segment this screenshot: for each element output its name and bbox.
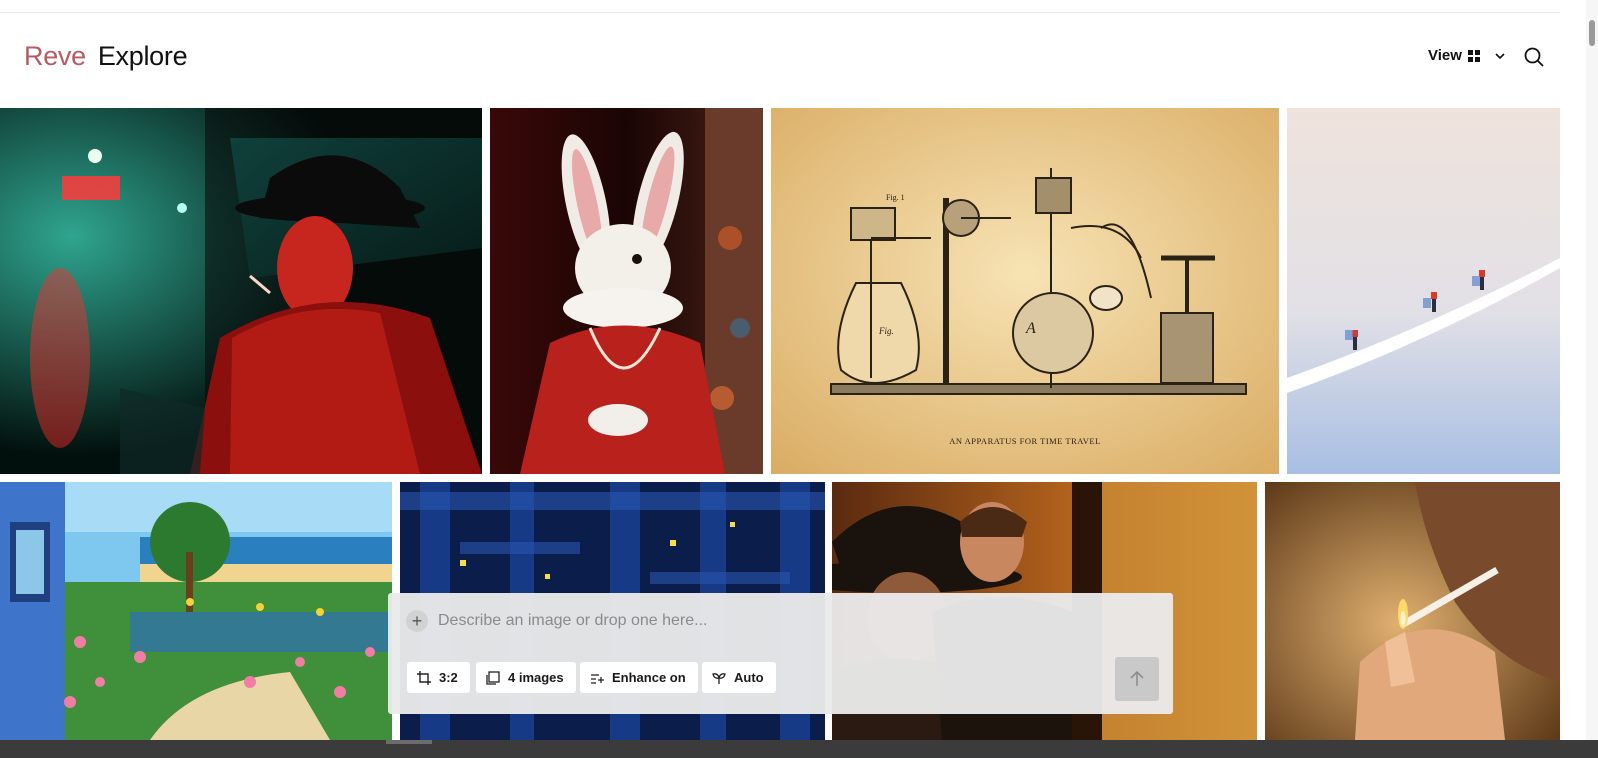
view-label: View (1428, 47, 1462, 64)
gallery-image-time-apparatus[interactable]: Fig. 1 Fig. A AN APPARATUS FOR TIME TRAV… (771, 108, 1279, 474)
brand[interactable]: Reve Explore (24, 41, 188, 72)
grid-icon (1467, 49, 1480, 62)
aspect-ratio-label: 3:2 (439, 670, 458, 685)
mode-label: Auto (734, 670, 764, 685)
send-button[interactable] (1115, 657, 1159, 701)
search-icon[interactable] (1522, 45, 1546, 69)
enhance-label: Enhance on (612, 670, 686, 685)
flask-label: A (1025, 320, 1036, 337)
crop-icon (417, 670, 431, 685)
app-header: Reve Explore View (0, 13, 1560, 108)
gallery-image-rabbit-portrait[interactable] (490, 108, 763, 474)
page-title: Explore (97, 41, 188, 71)
gallery-image-noir-car[interactable] (0, 108, 482, 474)
aspect-ratio-button[interactable]: 3:2 (407, 662, 470, 693)
chevron-down-icon (1495, 52, 1505, 59)
figure-label-1: Fig. 1 (886, 193, 905, 202)
arrow-up-icon (1130, 670, 1144, 686)
logo[interactable]: Reve (24, 41, 86, 71)
image-count-label: 4 images (508, 670, 564, 685)
prompt-input[interactable] (438, 612, 1088, 630)
image-count-button[interactable]: 4 images (476, 662, 576, 693)
view-button[interactable]: View (1428, 47, 1508, 64)
enhance-icon (591, 673, 604, 684)
taskbar-indicator (386, 740, 432, 744)
apparatus-caption: AN APPARATUS FOR TIME TRAVEL (949, 436, 1101, 446)
mode-button[interactable]: Auto (702, 662, 776, 693)
taskbar-strip (0, 740, 1598, 758)
scrollbar-thumb[interactable] (1589, 20, 1595, 46)
gallery-image-lighting-cigarette[interactable] (1265, 482, 1560, 740)
gallery-image-skiers-ridge[interactable] (1287, 108, 1560, 474)
images-icon (486, 670, 500, 685)
prompt-composer: + 3:2 4 images Enhance on Auto (388, 593, 1173, 714)
scrollbar[interactable] (1586, 0, 1598, 740)
plus-icon[interactable]: + (406, 610, 428, 632)
gallery-image-impressionist-coast[interactable] (0, 482, 392, 740)
enhance-toggle[interactable]: Enhance on (580, 662, 698, 693)
model-icon (712, 672, 726, 684)
figure-label-2: Fig. (878, 326, 894, 336)
